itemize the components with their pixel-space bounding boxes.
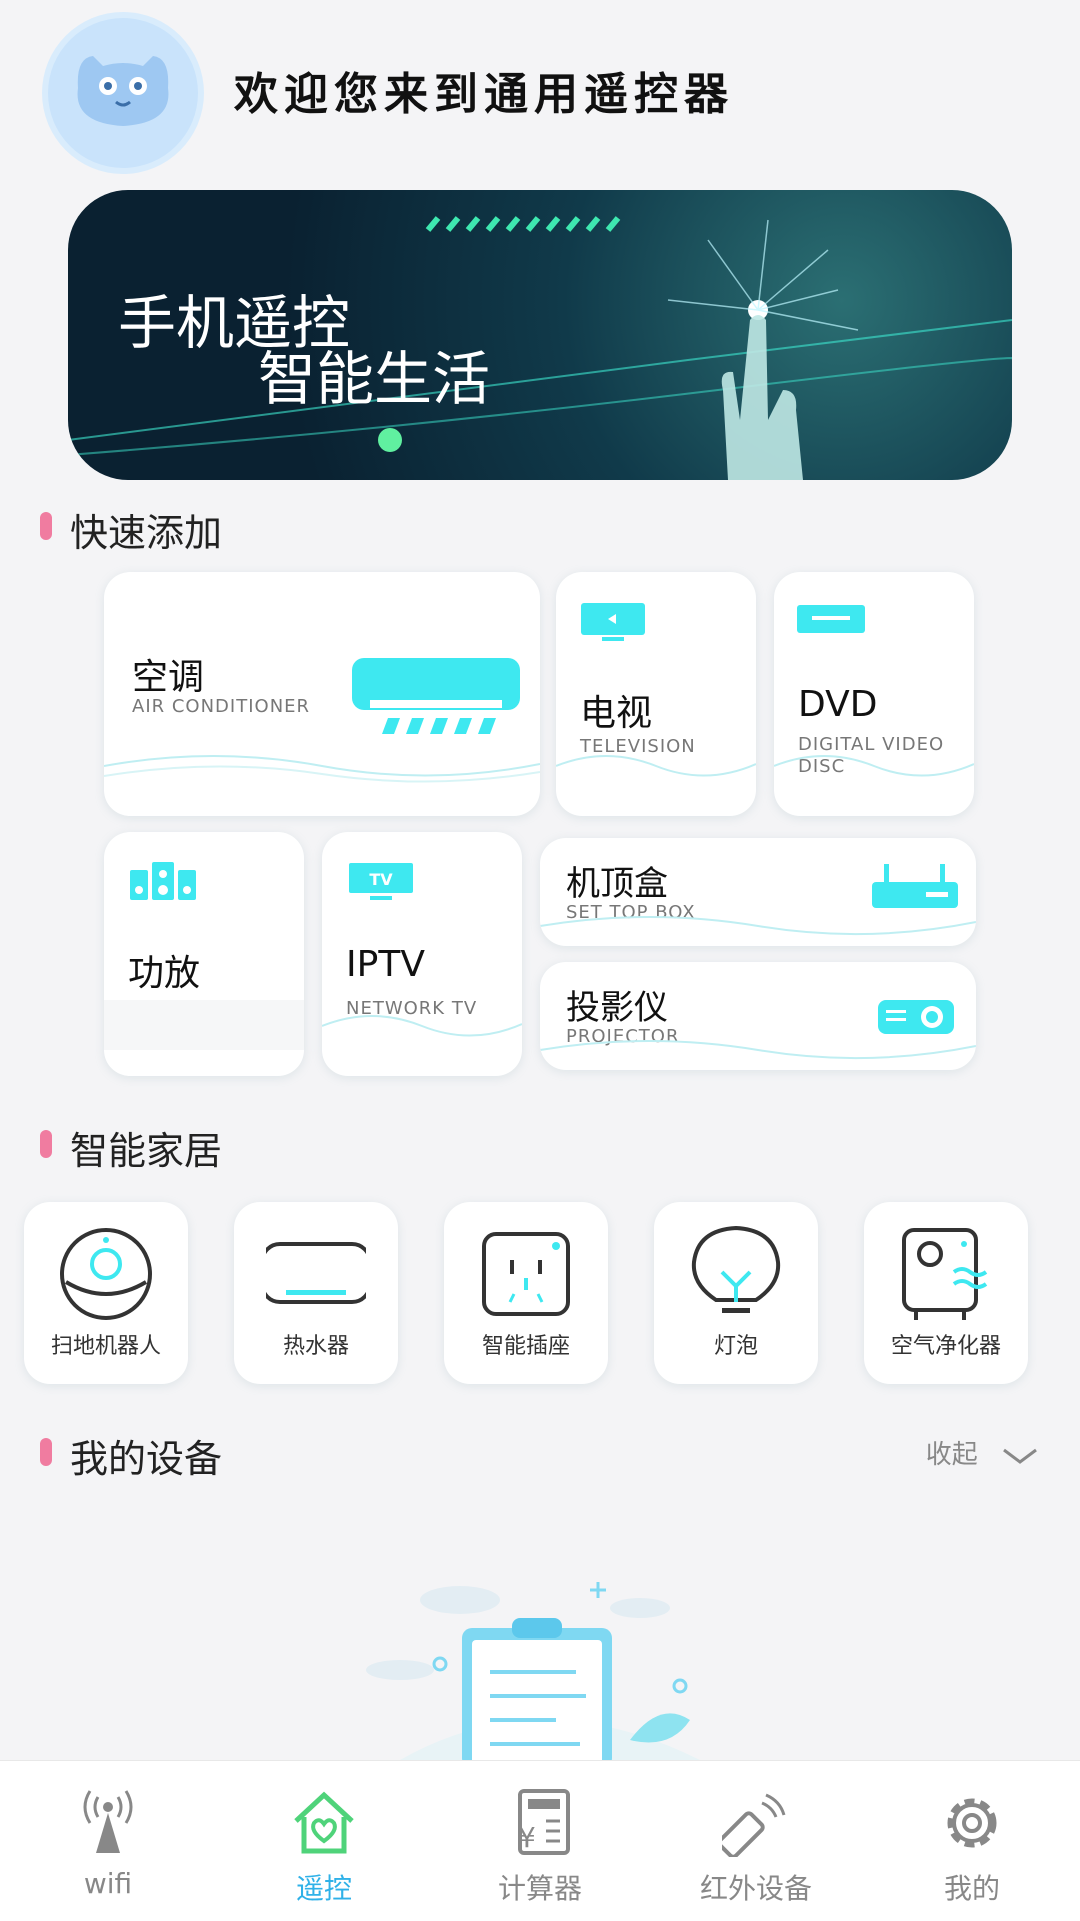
smart-home-air-purifier[interactable]: 空气净化器 [864,1202,1028,1384]
air-purifier-icon [902,1228,988,1320]
quick-add-amplifier[interactable]: 功放 [104,832,304,1076]
smart-socket-icon [482,1232,570,1316]
smart-home-smart-socket[interactable]: 智能插座 [444,1202,608,1384]
card-subtitle: AIR CONDITIONER [132,696,311,717]
welcome-title: 欢迎您来到通用遥控器 [234,69,734,120]
iptv-icon: TV [349,863,413,900]
nav-label: 遥控 [295,1872,352,1905]
banner-line-2: 智能生活 [258,345,491,413]
quick-add-iptv[interactable]: TV IPTV NETWORK TV [322,832,522,1076]
svg-text:¥: ¥ [518,1821,536,1854]
calculator-icon: ¥ [518,1789,570,1855]
smart-home-label: 空气净化器 [890,1334,1001,1359]
section-marker [40,1438,52,1466]
card-title: 投影仪 [566,988,668,1028]
smart-home-robot-vacuum[interactable]: 扫地机器人 [24,1202,188,1384]
television-icon [581,603,645,641]
smart-home-light-bulb[interactable]: 灯泡 [654,1202,818,1384]
water-heater-icon [266,1242,366,1304]
card-title: 功放 [128,953,201,994]
nav-remote[interactable]: 遥控 [216,1761,432,1921]
smart-home-label: 热水器 [282,1334,349,1359]
quick-add-air-conditioner[interactable]: 空调 AIR CONDITIONER [104,572,540,816]
speaker-icon [130,862,196,900]
card-title: 机顶盒 [566,864,668,904]
smart-home-label: 扫地机器人 [50,1334,161,1359]
quick-add-set-top-box[interactable]: 机顶盒 SET TOP BOX [540,838,976,946]
nav-infrared-devices[interactable]: 红外设备 [648,1761,864,1921]
wifi-tower-icon [83,1790,133,1853]
card-title: 空调 [132,657,205,698]
nav-label: wifi [83,1867,133,1900]
nav-label: 我的 [943,1872,1000,1905]
collapse-toggle[interactable]: 收起 [926,1434,1040,1471]
card-title: 电视 [580,693,653,734]
quick-add-projector[interactable]: 投影仪 PROJECTOR [540,962,976,1070]
air-conditioner-icon [352,658,520,734]
promo-banner[interactable]: 手机遥控 智能生活 [68,190,1012,480]
smart-home-title: 智能家居 [70,1129,223,1173]
nav-mine[interactable]: 我的 [864,1761,1080,1921]
quick-add-dvd[interactable]: DVD DIGITAL VIDEO DISC [774,572,974,816]
smart-home-label: 智能插座 [481,1334,570,1359]
nav-wifi[interactable]: wifi [0,1761,216,1921]
nav-calculator[interactable]: ¥ 计算器 [432,1761,648,1921]
collapse-label: 收起 [925,1440,978,1470]
quick-add-title: 快速添加 [70,511,223,555]
infrared-remote-icon [722,1793,786,1857]
section-marker [40,1130,52,1158]
empty-devices-illustration [366,1582,700,1760]
my-devices-title: 我的设备 [70,1437,223,1481]
dvd-player-icon [797,605,865,633]
home-heart-icon [294,1791,354,1854]
nav-label: 计算器 [497,1872,582,1905]
chevron-down-icon [1003,1448,1037,1464]
light-bulb-icon [691,1225,781,1313]
card-title: DVD [798,684,878,725]
smart-home-label: 灯泡 [713,1334,758,1359]
section-marker [40,512,52,540]
quick-add-television[interactable]: 电视 TELEVISION [556,572,756,816]
card-title: IPTV [346,944,425,985]
nav-label: 红外设备 [699,1872,812,1905]
avatar[interactable] [48,18,198,168]
smart-home-water-heater[interactable]: 热水器 [234,1202,398,1384]
bottom-nav: wifi 遥控 ¥ 计算器 红外设备 我的 [0,1760,1080,1921]
gear-icon [947,1798,997,1848]
robot-vacuum-icon [60,1228,152,1320]
svg-text:TV: TV [369,870,393,889]
